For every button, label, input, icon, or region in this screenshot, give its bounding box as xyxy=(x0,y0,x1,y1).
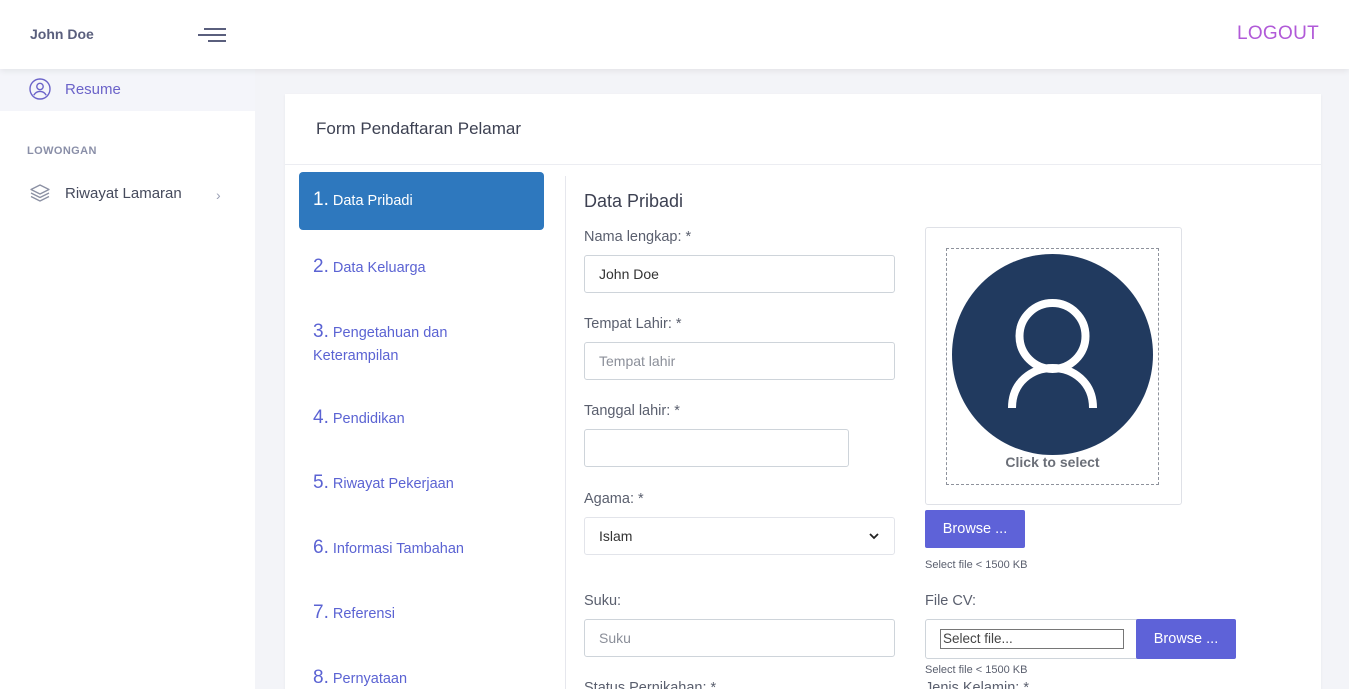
photo-upload-box: Click to select xyxy=(925,227,1182,505)
chevron-right-icon[interactable]: › xyxy=(216,187,221,203)
step-riwayat-pekerjaan[interactable]: 5. Riwayat Pekerjaan xyxy=(299,471,544,496)
cv-size-hint: Select file < 1500 KB xyxy=(925,664,1028,676)
agama-selected-value: Islam xyxy=(599,528,633,544)
agama-select[interactable]: Islam xyxy=(584,517,895,555)
step-pengetahuan[interactable]: 3. Pengetahuan dan Keterampilan xyxy=(299,320,544,368)
cv-file-name[interactable]: Select file... xyxy=(940,629,1124,649)
nama-input[interactable] xyxy=(584,255,895,293)
sidebar-section-title: LOWONGAN xyxy=(27,145,97,157)
status-pernikahan-label: Status Pernikahan: * xyxy=(584,680,717,689)
step-number: 3. xyxy=(313,321,329,342)
step-data-keluarga[interactable]: 2. Data Keluarga xyxy=(299,255,544,280)
sidebar-item-label: Resume xyxy=(65,80,121,98)
step-label: Data Keluarga xyxy=(332,260,426,276)
tempat-lahir-input[interactable] xyxy=(584,342,895,380)
step-number: 5. xyxy=(313,472,329,493)
step-data-pribadi[interactable]: 1. Data Pribadi xyxy=(299,172,544,230)
hamburger-icon[interactable] xyxy=(198,26,226,44)
layers-icon xyxy=(30,184,50,202)
step-label: Informasi Tambahan xyxy=(332,541,464,557)
cv-browse-button[interactable]: Browse ... xyxy=(1136,619,1236,659)
brand-name: John Doe xyxy=(30,26,94,42)
step-referensi[interactable]: 7. Referensi xyxy=(299,601,544,626)
form-card: Form Pendaftaran Pelamar 1. Data Pribadi… xyxy=(285,94,1321,689)
user-circle-icon xyxy=(29,78,51,100)
photo-size-hint: Select file < 1500 KB xyxy=(925,559,1028,571)
nama-label: Nama lengkap: * xyxy=(584,229,692,245)
cv-label: File CV: xyxy=(925,593,977,609)
step-label: Data Pribadi xyxy=(332,193,413,209)
tempat-lahir-label: Tempat Lahir: * xyxy=(584,316,682,332)
top-header: John Doe LOGOUT xyxy=(0,0,1349,69)
step-number: 1. xyxy=(313,189,329,210)
step-number: 7. xyxy=(313,602,329,623)
step-informasi-tambahan[interactable]: 6. Informasi Tambahan xyxy=(299,536,544,561)
divider xyxy=(285,164,1321,165)
jenis-kelamin-label: Jenis Kelamin: * xyxy=(925,680,1029,689)
sidebar-item-resume[interactable]: Resume xyxy=(28,77,121,101)
sidebar-item-riwayat-lamaran[interactable]: Riwayat Lamaran xyxy=(28,181,182,205)
avatar-placeholder xyxy=(952,254,1153,455)
step-number: 6. xyxy=(313,537,329,558)
click-to-select-label: Click to select xyxy=(1005,454,1100,470)
step-label-line2: Keterampilan xyxy=(313,348,399,364)
steps-separator xyxy=(565,176,566,689)
chevron-down-icon xyxy=(869,533,879,540)
user-icon xyxy=(1008,299,1097,409)
tanggal-lahir-label: Tanggal lahir: * xyxy=(584,403,680,419)
step-number: 8. xyxy=(313,667,329,688)
step-label: Pendidikan xyxy=(332,411,405,427)
step-label: Pernyataan xyxy=(332,671,408,687)
step-number: 2. xyxy=(313,256,329,277)
agama-label: Agama: * xyxy=(584,491,644,507)
sidebar: Resume LOWONGAN Riwayat Lamaran › xyxy=(0,69,255,689)
step-label: Pengetahuan dan xyxy=(332,325,448,341)
photo-browse-button[interactable]: Browse ... xyxy=(925,510,1025,548)
step-number: 4. xyxy=(313,407,329,428)
tanggal-lahir-input[interactable] xyxy=(584,429,849,467)
step-pendidikan[interactable]: 4. Pendidikan xyxy=(299,406,544,431)
suku-input[interactable] xyxy=(584,619,895,657)
photo-dropzone[interactable]: Click to select xyxy=(946,248,1159,485)
step-pernyataan[interactable]: 8. Pernyataan xyxy=(299,666,544,689)
logout-button[interactable]: LOGOUT xyxy=(1237,23,1319,45)
step-label: Riwayat Pekerjaan xyxy=(332,476,454,492)
suku-label: Suku: xyxy=(584,593,622,609)
card-title: Form Pendaftaran Pelamar xyxy=(316,119,522,138)
step-label: Referensi xyxy=(332,606,395,622)
sidebar-item-label: Riwayat Lamaran xyxy=(65,184,182,202)
section-title: Data Pribadi xyxy=(584,191,684,211)
